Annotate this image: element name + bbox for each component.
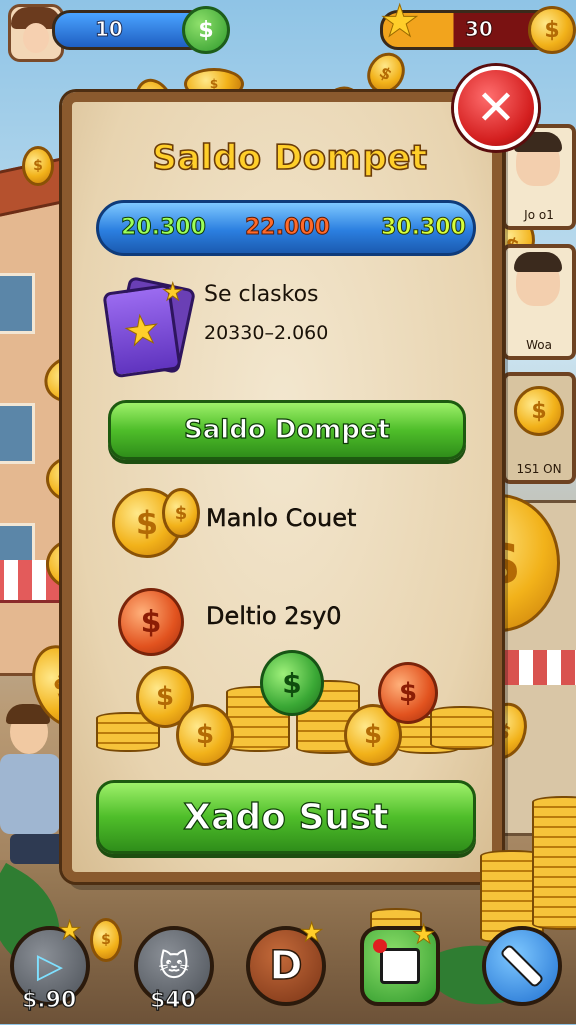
saldo-dompet-button-label: Saldo Dompet (183, 414, 390, 445)
star-icon: ★ (379, 0, 420, 48)
side-card-label: 1S1 ON (516, 462, 562, 476)
xado-sust-button-label: Xado Sust (183, 796, 389, 838)
red-coin-icon: $ (118, 588, 184, 656)
saldo-dompet-button[interactable]: Saldo Dompet (108, 400, 466, 460)
card-pack-icon: ★ ★ (102, 275, 197, 379)
balance-value-2: 22.000 (245, 215, 331, 241)
side-card-2[interactable]: Woa (502, 244, 576, 360)
nav-cat-label: $40 (149, 987, 196, 1013)
gold-coin-icon[interactable]: $ (528, 6, 576, 54)
star-badge-icon: ★ (411, 920, 436, 951)
balance-value-3: 30.300 (381, 215, 467, 241)
dollar-coin-icon[interactable]: $ (182, 6, 230, 54)
inbox-icon (373, 939, 420, 984)
nav-play-label: $.90 (21, 987, 77, 1013)
xado-sust-button[interactable]: Xado Sust (96, 780, 476, 854)
row-label-2: Deltio 2sy0 (206, 602, 342, 630)
dialog-title: Saldo Dompet (152, 137, 428, 179)
resource-right-value: 30 (465, 17, 494, 42)
side-card-label: Jo o1 (524, 208, 554, 222)
side-card-3[interactable]: $ 1S1 ON (502, 372, 576, 484)
side-card-label: Woa (526, 338, 552, 352)
coin-icon: $ (162, 488, 200, 538)
d-letter-icon: D (269, 942, 304, 990)
floating-coin: $ (22, 146, 54, 186)
nav-wand-button[interactable] (482, 926, 562, 1006)
close-button[interactable]: ✕ (454, 66, 538, 150)
play-icon: ▷ (36, 946, 64, 986)
balance-bar: 20.300 22.000 30.300 (96, 200, 476, 256)
close-icon: ✕ (475, 80, 517, 136)
background-coin-stack (532, 796, 576, 930)
info-line-1: Se claskos (204, 282, 319, 307)
cat-icon: 🐱 (158, 948, 190, 984)
balance-value-1: 20.300 (121, 215, 207, 241)
background-awning-right (505, 650, 576, 685)
resource-left-value: 10 (95, 17, 124, 42)
info-line-2: 20330–2.060 (204, 322, 329, 344)
star-badge-icon: ★ (57, 916, 82, 947)
star-badge-icon: ★ (299, 918, 324, 949)
row-label-1: Manlo Couet (206, 504, 357, 532)
wand-icon (499, 943, 545, 989)
coin-icon: $ (90, 918, 122, 962)
